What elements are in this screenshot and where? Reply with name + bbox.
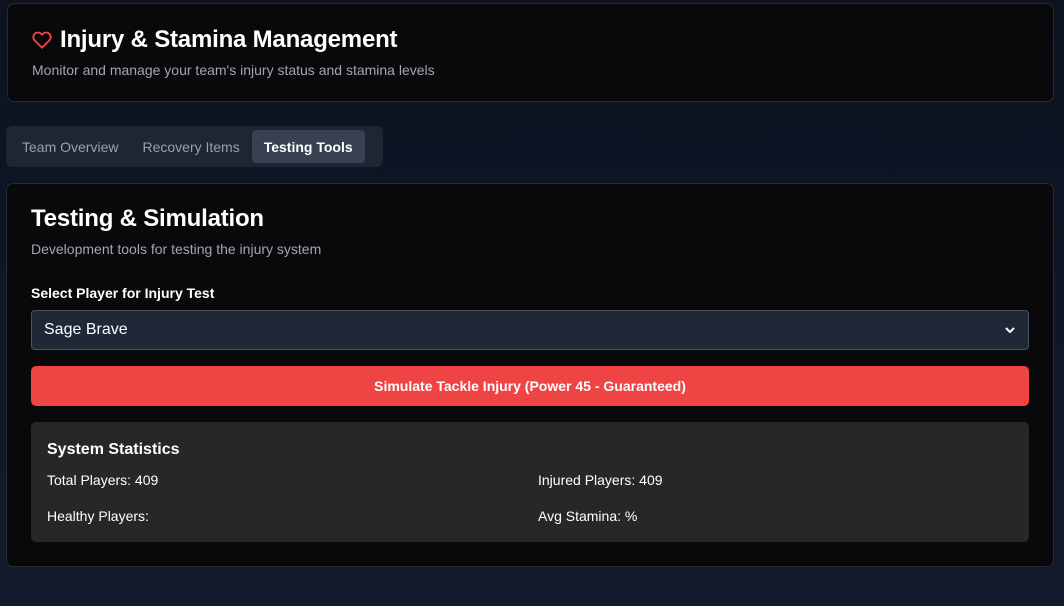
testing-card: Testing & Simulation Development tools f…	[6, 183, 1054, 567]
statistics-title: System Statistics	[47, 441, 180, 458]
section-title: Testing & Simulation	[31, 205, 264, 232]
system-statistics-panel: System Statistics Total Players: 409 Inj…	[31, 422, 1029, 542]
stat-avg-stamina: Avg Stamina: %	[538, 508, 638, 524]
stat-injured-players: Injured Players: 409	[538, 472, 663, 488]
page-title-row: Injury & Stamina Management	[32, 26, 398, 54]
simulate-injury-button[interactable]: Simulate Tackle Injury (Power 45 - Guara…	[31, 366, 1029, 406]
heart-icon	[32, 30, 52, 50]
page-title: Injury & Stamina Management	[60, 26, 398, 53]
header-card: Injury & Stamina Management Monitor and …	[7, 3, 1054, 102]
tab-recovery-items[interactable]: Recovery Items	[130, 130, 251, 163]
player-select-value: Sage Brave	[44, 321, 128, 338]
stat-healthy-players: Healthy Players:	[47, 508, 149, 524]
player-select[interactable]: Sage Brave	[31, 310, 1029, 350]
chevron-down-icon	[1004, 324, 1016, 336]
tab-bar: Team Overview Recovery Items Testing Too…	[6, 126, 383, 167]
tab-team-overview[interactable]: Team Overview	[10, 130, 130, 163]
stat-total-players: Total Players: 409	[47, 472, 159, 488]
page-subtitle: Monitor and manage your team's injury st…	[32, 62, 435, 78]
player-select-label: Select Player for Injury Test	[31, 285, 215, 301]
section-subtitle: Development tools for testing the injury…	[31, 241, 322, 257]
tab-testing-tools[interactable]: Testing Tools	[251, 130, 365, 163]
